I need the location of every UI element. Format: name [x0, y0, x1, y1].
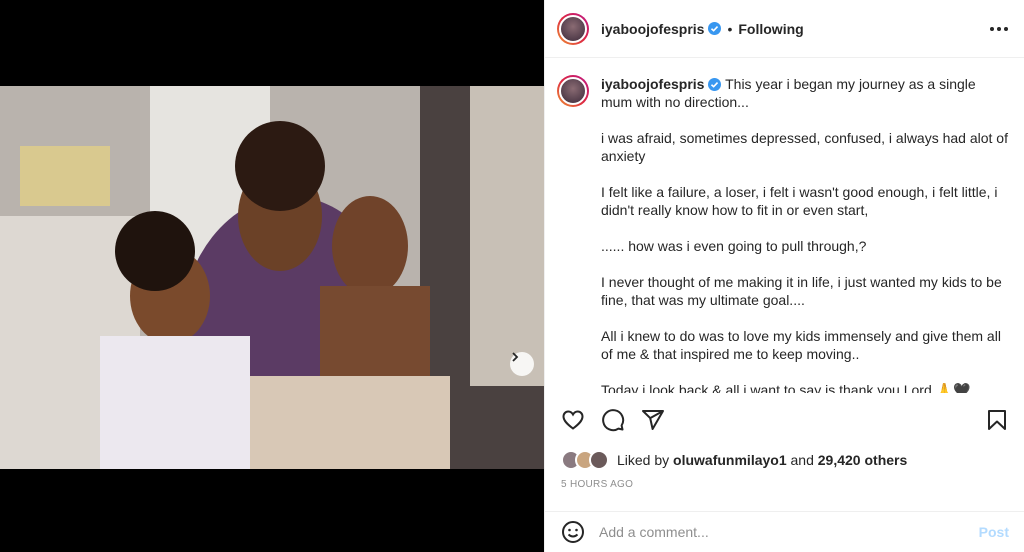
caption: iyaboojofespris This year i began my jou… — [557, 75, 1009, 393]
comments-section: iyaboojofespris This year i began my jou… — [545, 59, 1024, 393]
chevron-right-icon — [512, 352, 519, 362]
caption-line: iyaboojofespris This year i began my jou… — [601, 75, 1009, 111]
caption-paragraph: I never thought of me making it in life,… — [601, 274, 1002, 308]
verified-badge-icon — [708, 78, 722, 91]
liked-by-and: and — [790, 452, 814, 468]
heart-icon — [562, 410, 584, 430]
bookmark-icon — [988, 410, 1006, 430]
post-modal: iyaboojofespris • Following iyaboojofesp… — [0, 0, 1024, 552]
verified-badge-icon — [708, 22, 722, 35]
username-link[interactable]: iyaboojofespris — [601, 76, 704, 92]
username-link[interactable]: iyaboojofespris — [601, 21, 704, 37]
likes-count-link[interactable]: 29,420 others — [818, 452, 908, 468]
caption-paragraph: I felt like a failure, a loser, i felt i… — [601, 184, 998, 218]
photo-illustration — [0, 86, 544, 469]
more-icon[interactable] — [990, 26, 1008, 31]
action-bar — [545, 400, 1024, 440]
post-panel: iyaboojofespris • Following iyaboojofesp… — [544, 0, 1024, 552]
comment-input[interactable] — [599, 524, 979, 540]
avatar[interactable] — [557, 75, 589, 107]
next-slide-button[interactable] — [510, 352, 534, 376]
liked-by-user-link[interactable]: oluwafunmilayo1 — [673, 452, 787, 468]
liker-avatar[interactable] — [589, 450, 609, 470]
post-timestamp[interactable]: 5 HOURS AGO — [561, 479, 633, 490]
add-comment-bar: Post — [545, 511, 1024, 552]
comment-icon — [602, 409, 625, 432]
caption-paragraph: Today i look back & all i want to say is… — [601, 382, 971, 393]
liked-by-prefix: Liked by — [617, 452, 670, 468]
caption-paragraph: ...... how was i even going to pull thro… — [601, 238, 867, 254]
caption-paragraph: All i knew to do was to love my kids imm… — [601, 328, 1001, 362]
following-button[interactable]: Following — [738, 21, 803, 37]
caption-text: iyaboojofespris This year i began my jou… — [601, 75, 1009, 393]
share-button[interactable] — [641, 408, 665, 432]
media-area — [0, 0, 544, 552]
liked-by-text: Liked by oluwafunmilayo1 and 29,420 othe… — [617, 452, 907, 468]
save-button[interactable] — [985, 408, 1009, 432]
separator: • — [727, 20, 733, 37]
emoji-button[interactable] — [561, 520, 585, 544]
likes-row: Liked by oluwafunmilayo1 and 29,420 othe… — [561, 450, 907, 470]
post-photo[interactable] — [0, 86, 544, 469]
post-header: iyaboojofespris • Following — [545, 0, 1024, 58]
avatar[interactable] — [557, 12, 589, 45]
caption-paragraph: i was afraid, sometimes depressed, confu… — [601, 130, 1008, 164]
like-button[interactable] — [561, 408, 585, 432]
send-icon — [642, 410, 664, 430]
emoji-icon — [562, 521, 584, 543]
post-comment-button[interactable]: Post — [979, 524, 1009, 540]
comment-button[interactable] — [601, 408, 625, 432]
